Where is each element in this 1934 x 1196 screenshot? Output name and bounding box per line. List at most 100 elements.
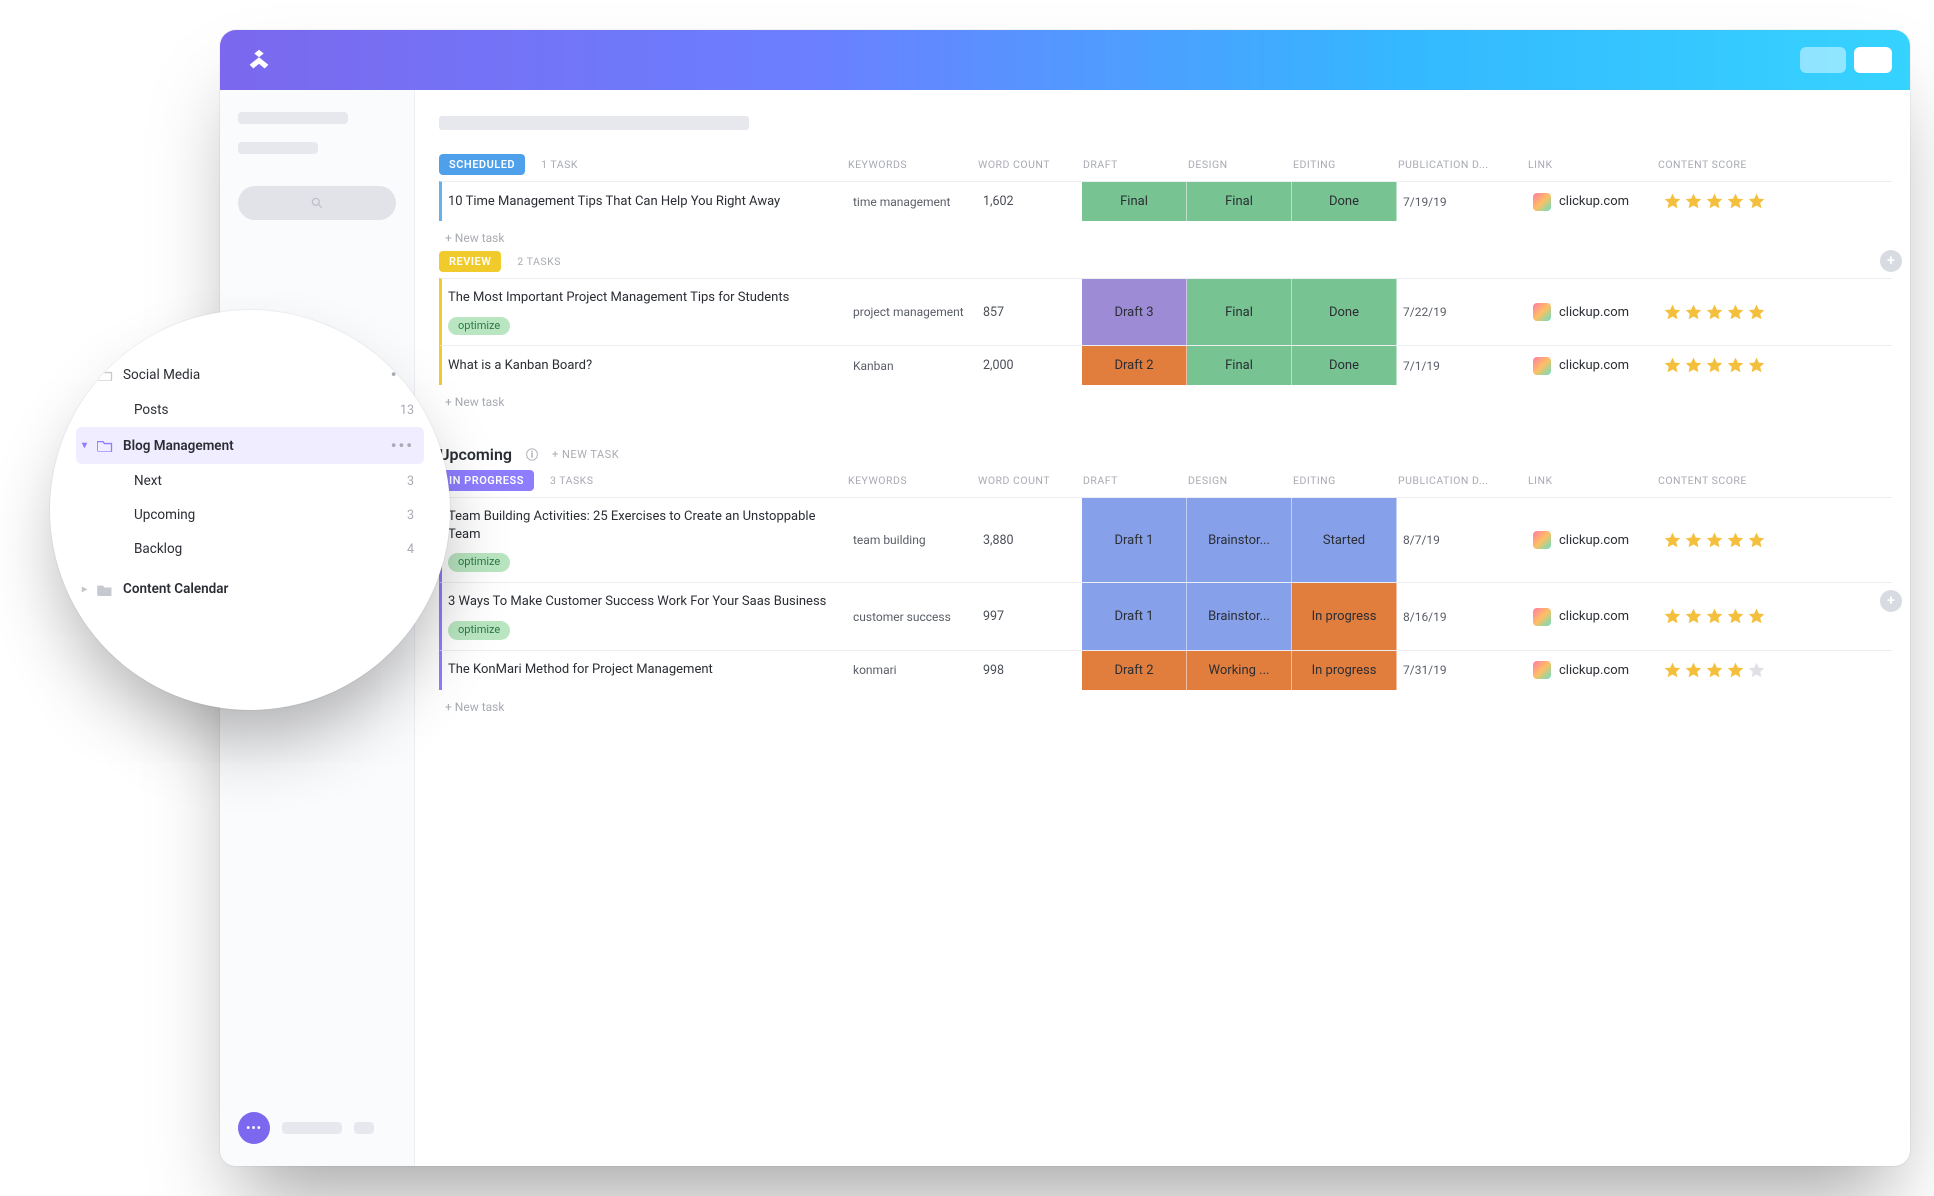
more-icon[interactable]: ••• [391,436,414,455]
app-window: ••• + + SCHEDULED 1 TASK [220,30,1910,1166]
cell-link[interactable]: clickup.com [1527,182,1657,221]
cell-link[interactable]: clickup.com [1527,346,1657,385]
chevron-right-icon: ▸ [82,584,87,595]
table-row[interactable]: Team Building Activities: 25 Exercises t… [439,497,1892,582]
cell-editing[interactable]: In progress [1292,651,1397,690]
col-pubdate: PUBLICATION D... [1394,158,1524,171]
info-icon[interactable]: ⓘ [526,446,538,463]
group-header-inprogress: IN PROGRESS 3 TASKS KEYWORDS WORD COUNT … [439,464,1892,497]
cell-draft[interactable]: Draft 3 [1082,279,1187,345]
status-chip-inprogress[interactable]: IN PROGRESS [439,470,534,491]
col-score: CONTENT SCORE [1654,474,1804,487]
cell-score [1657,583,1807,649]
cell-design[interactable]: Final [1187,279,1292,345]
cell-keywords: customer success [847,583,977,649]
tag-optimize[interactable]: optimize [448,553,510,572]
tag-optimize[interactable]: optimize [448,621,510,640]
cell-design[interactable]: Brainstor... [1187,498,1292,582]
cell-pubdate: 8/16/19 [1397,583,1527,649]
titlebar-pill-b[interactable] [1854,47,1892,73]
cell-draft[interactable]: Final [1082,182,1187,221]
cell-editing[interactable]: Done [1292,346,1397,385]
task-count-label: 1 TASK [537,158,582,171]
cell-draft[interactable]: Draft 1 [1082,583,1187,649]
cell-editing[interactable]: In progress [1292,583,1397,649]
task-count-label: 2 TASKS [513,255,565,268]
cell-design[interactable]: Final [1187,182,1292,221]
sidebar-label: Social Media [123,367,200,383]
cell-draft[interactable]: Draft 2 [1082,346,1187,385]
cell-pubdate: 7/19/19 [1397,182,1527,221]
sidebar-label: Backlog [134,541,182,557]
table-row[interactable]: 3 Ways To Make Customer Success Work For… [439,582,1892,649]
table-row[interactable]: The Most Important Project Management Ti… [439,278,1892,345]
cell-link[interactable]: clickup.com [1527,651,1657,690]
cell-wordcount: 998 [977,651,1082,690]
app-logo-icon [242,43,276,77]
table-row[interactable]: What is a Kanban Board? Kanban 2,000 Dra… [439,345,1892,385]
task-title: 10 Time Management Tips That Can Help Yo… [448,193,780,211]
cell-keywords: time management [847,182,977,221]
cell-score [1657,498,1807,582]
new-task-upper[interactable]: + NEW TASK [552,448,619,461]
cell-wordcount: 1,602 [977,182,1082,221]
titlebar-pill-a[interactable] [1800,47,1846,73]
cell-link[interactable]: clickup.com [1527,583,1657,649]
cell-link[interactable]: clickup.com [1527,498,1657,582]
cell-keywords: Kanban [847,346,977,385]
add-column-button-2[interactable]: + [1880,590,1902,612]
cell-design[interactable]: Brainstor... [1187,583,1292,649]
link-icon [1533,608,1551,626]
cell-keywords: konmari [847,651,977,690]
cell-score [1657,651,1807,690]
sidebar-item-content-calendar[interactable]: ▸ Content Calendar [76,572,424,606]
cell-design[interactable]: Final [1187,346,1292,385]
cell-editing[interactable]: Started [1292,498,1397,582]
table-row[interactable]: 10 Time Management Tips That Can Help Yo… [439,181,1892,221]
group-scheduled: SCHEDULED 1 TASK KEYWORDS WORD COUNT DRA… [439,148,1892,221]
tag-optimize[interactable]: optimize [448,317,510,336]
link-icon [1533,357,1551,375]
cell-wordcount: 857 [977,279,1082,345]
col-design: DESIGN [1184,474,1289,487]
link-icon [1533,303,1551,321]
new-task-button[interactable]: + New task [445,231,1892,245]
col-link: LINK [1524,474,1654,487]
new-task-button[interactable]: + New task [445,700,1892,714]
breadcrumb-placeholder [439,116,749,130]
status-chip-review[interactable]: REVIEW [439,251,501,272]
table-row[interactable]: The KonMari Method for Project Managemen… [439,650,1892,690]
cell-pubdate: 7/22/19 [1397,279,1527,345]
sidebar-item-backlog[interactable]: Backlog 4 [76,532,424,566]
cell-pubdate: 7/31/19 [1397,651,1527,690]
col-editing: EDITING [1289,474,1394,487]
sidebar-item-next[interactable]: Next 3 [76,464,424,498]
cell-draft[interactable]: Draft 1 [1082,498,1187,582]
count-badge: 13 [400,403,414,418]
chevron-down-icon: ▾ [82,440,87,451]
sidebar-item-upcoming[interactable]: Upcoming 3 [76,498,424,532]
link-icon [1533,531,1551,549]
col-editing: EDITING [1289,158,1394,171]
sidebar-item-social-media[interactable]: ▾ Social Media ••• [76,356,424,393]
sidebar-label: Blog Management [123,438,234,454]
sidebar-item-posts[interactable]: Posts 13 [76,393,424,427]
cell-editing[interactable]: Done [1292,182,1397,221]
cell-score [1657,279,1807,345]
status-chip-scheduled[interactable]: SCHEDULED [439,154,525,175]
search-input-placeholder[interactable] [238,186,396,220]
cell-score [1657,346,1807,385]
new-task-button[interactable]: + New task [445,395,1892,409]
folder-icon [97,368,113,381]
link-icon [1533,661,1551,679]
cell-link[interactable]: clickup.com [1527,279,1657,345]
cell-design[interactable]: Working ... [1187,651,1292,690]
col-draft: DRAFT [1079,158,1184,171]
chat-icon[interactable]: ••• [238,1112,270,1144]
sidebar-item-blog-management[interactable]: ▾ Blog Management ••• [76,427,424,464]
section-upcoming: Upcoming ⓘ + NEW TASK [439,445,1892,464]
cell-editing[interactable]: Done [1292,279,1397,345]
cell-draft[interactable]: Draft 2 [1082,651,1187,690]
add-column-button[interactable]: + [1880,250,1902,272]
task-title: The KonMari Method for Project Managemen… [448,661,713,679]
